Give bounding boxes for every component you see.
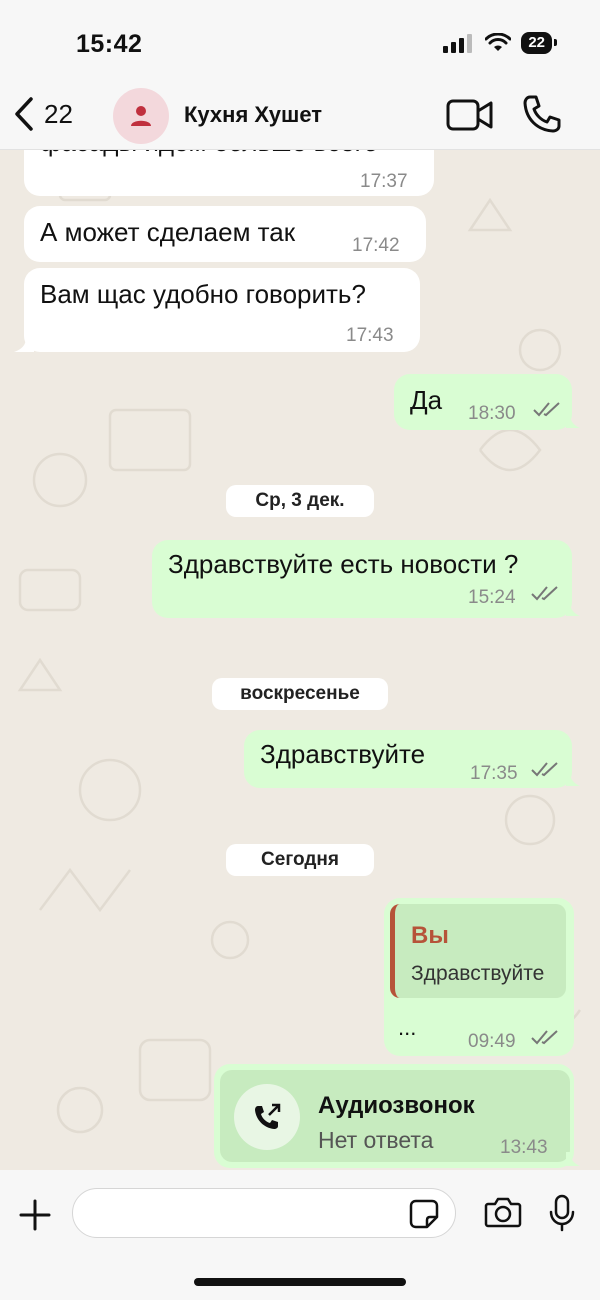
double-check-icon: [531, 1030, 558, 1045]
video-call-icon: [446, 99, 493, 131]
attach-button[interactable]: [18, 1198, 52, 1237]
chat-area[interactable]: фасады идем больше всего 17:37 А может с…: [0, 150, 600, 1170]
status-bar: 15:42 22: [0, 0, 600, 90]
plus-icon: [19, 1199, 51, 1231]
message-input-bar: [0, 1170, 600, 1300]
avatar[interactable]: [113, 88, 169, 144]
contact-name[interactable]: Кухня Хушет: [184, 102, 322, 128]
reply-message-bubble[interactable]: Вы Здравствуйте ... 09:49: [384, 898, 574, 1056]
outgoing-call-icon: [255, 1103, 281, 1129]
camera-button[interactable]: [484, 1196, 522, 1233]
back-button[interactable]: 22: [12, 96, 73, 132]
bubble-tail: [566, 602, 580, 616]
voice-call-button[interactable]: [522, 94, 562, 139]
message-time: 17:43: [346, 325, 394, 346]
quoted-message[interactable]: Вы Здравствуйте: [390, 904, 566, 998]
message-bubble-outgoing[interactable]: Здравствуйте есть новости ? 15:24: [152, 540, 572, 618]
bubble-tail: [566, 414, 580, 428]
sticker-icon: [409, 1199, 439, 1229]
home-indicator: [194, 1278, 406, 1286]
message-text: Вам щас удобно говорить?: [40, 279, 366, 309]
phone-icon: [523, 95, 561, 133]
sticker-button[interactable]: [408, 1198, 440, 1235]
video-call-button[interactable]: [446, 98, 494, 137]
wifi-icon: [485, 33, 512, 51]
status-icons: 22: [443, 32, 557, 54]
bubble-tail: [14, 338, 34, 352]
call-icon-circle: [234, 1084, 300, 1150]
double-check-icon: [531, 586, 558, 601]
call-status: Нет ответа: [318, 1127, 434, 1153]
message-time: 13:43: [500, 1137, 548, 1158]
message-bubble-incoming[interactable]: фасады идем больше всего 17:37: [24, 150, 434, 196]
message-time: 09:49: [468, 1031, 516, 1052]
battery-indicator: 22: [521, 32, 557, 54]
message-time: 17:35: [470, 763, 518, 784]
message-bubble-outgoing[interactable]: Да 18:30: [394, 374, 572, 430]
message-time: 17:37: [360, 171, 408, 192]
back-chevron-icon: [15, 97, 33, 131]
double-check-icon: [531, 762, 558, 777]
bubble-tail: [566, 772, 580, 786]
audio-call-card[interactable]: Аудиозвонок Нет ответа 13:43: [220, 1070, 570, 1162]
signal-icon: [443, 34, 473, 53]
message-time: 18:30: [468, 403, 516, 424]
date-separator: Сегодня: [226, 844, 374, 876]
message-text: А может сделаем так: [40, 217, 296, 247]
message-text: фасады идем больше всего: [40, 150, 378, 158]
status-time: 15:42: [76, 30, 143, 58]
quote-text: Здравствуйте: [411, 962, 545, 985]
message-input[interactable]: [72, 1188, 456, 1238]
call-title: Аудиозвонок: [318, 1092, 475, 1119]
message-bubble-outgoing[interactable]: Здравствуйте 17:35: [244, 730, 572, 788]
message-text: Да: [410, 385, 443, 415]
unread-count: 22: [44, 98, 73, 129]
date-separator: воскресенье: [212, 678, 388, 710]
bubble-tail: [566, 1152, 580, 1166]
quote-author: Вы: [411, 922, 449, 949]
message-bubble-incoming[interactable]: А может сделаем так 17:42: [24, 206, 426, 262]
microphone-icon: [549, 1194, 575, 1232]
date-separator: Ср, 3 дек.: [226, 485, 374, 517]
message-time: 17:42: [352, 235, 400, 256]
person-icon: [131, 106, 151, 126]
message-time: 15:24: [468, 587, 516, 608]
message-bubble-incoming[interactable]: Вам щас удобно говорить? 17:43: [24, 268, 420, 352]
camera-icon: [484, 1197, 522, 1228]
microphone-button[interactable]: [548, 1194, 576, 1237]
double-check-icon: [533, 402, 560, 417]
message-text: Здравствуйте: [260, 739, 426, 769]
message-text: ...: [398, 1015, 417, 1040]
chat-header: 22 Кухня Хушет: [0, 88, 600, 150]
message-text: Здравствуйте есть новости ?: [168, 549, 519, 579]
call-message-bubble[interactable]: Аудиозвонок Нет ответа 13:43: [214, 1064, 574, 1168]
